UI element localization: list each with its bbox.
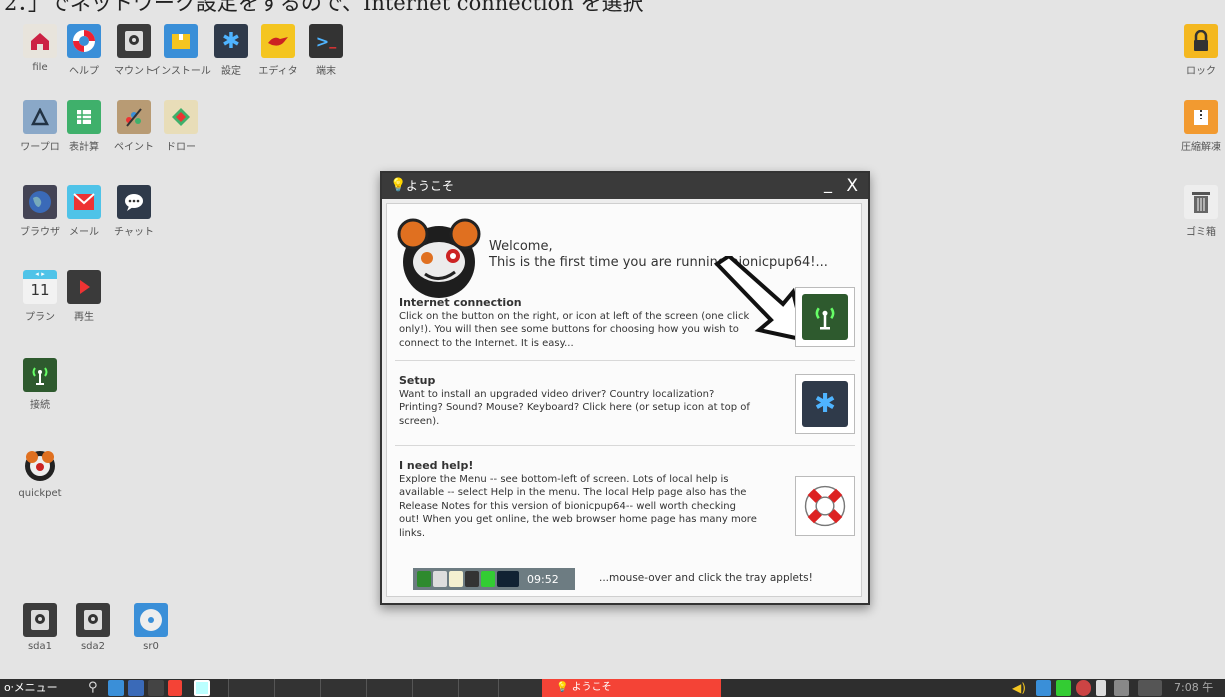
drive-icon (117, 24, 151, 58)
help-section: I need help! Explore the Menu -- see bot… (399, 459, 757, 539)
tray-note: ...mouse-over and click the tray applets… (599, 572, 813, 584)
lifebuoy-icon (67, 24, 101, 58)
firewall-icon[interactable] (1076, 680, 1091, 696)
desktop-icon-terminal[interactable]: > _ 端末 (293, 24, 359, 84)
puppy-logo (395, 212, 483, 300)
cd-icon (134, 603, 168, 637)
gear-icon: ✱ (214, 24, 248, 58)
dialog-titlebar[interactable]: 💡 ようこそ _ X (382, 173, 868, 199)
desktop-icon-lock[interactable]: ロック (1168, 24, 1225, 84)
setup-section: Setup Want to install an upgraded video … (399, 374, 750, 427)
desktop-icon-sr0[interactable]: sr0 (118, 603, 184, 663)
drive-icon (23, 603, 57, 637)
network-icon (465, 571, 479, 587)
help-button[interactable] (795, 476, 855, 536)
drive-status-icon (481, 571, 495, 587)
mail-icon (67, 185, 101, 219)
antenna-icon (23, 358, 57, 392)
chat-icon (117, 185, 151, 219)
speaker-icon (433, 571, 447, 587)
spreadsheet-icon (67, 100, 101, 134)
package-icon (164, 24, 198, 58)
taskbar: o⸱メニュー ⚲ 💡 ようこそ ◀) 7:08 午 (0, 679, 1225, 697)
workspace-icon[interactable] (1138, 680, 1162, 696)
bulb-icon: 💡 (556, 682, 572, 693)
desktop-toggle-icon[interactable] (194, 680, 210, 696)
puppy-icon (21, 446, 59, 484)
separator-tab (168, 680, 182, 696)
task-slot[interactable] (320, 679, 367, 697)
divider (395, 360, 855, 361)
archive-icon (1184, 100, 1218, 134)
bulb-icon: 💡 (390, 178, 407, 193)
cpu-monitor-icon[interactable] (1114, 680, 1129, 696)
desktop-icon-draw[interactable]: ドロー (148, 100, 214, 160)
task-slot[interactable] (366, 679, 413, 697)
minimize-button[interactable]: _ (824, 171, 832, 197)
shield-icon (417, 571, 431, 587)
network-status-icon[interactable] (1036, 680, 1051, 696)
task-slot[interactable] (498, 679, 543, 697)
desktop-icon-play[interactable]: 再生 (51, 270, 117, 330)
tray-preview: 09:52 (413, 568, 575, 590)
volume-icon[interactable]: ◀) (1012, 680, 1027, 696)
drive-icon (76, 603, 110, 637)
internet-connection-button[interactable] (795, 287, 855, 347)
desktop-icon-sda2[interactable]: sda2 (60, 603, 126, 663)
desktop-icon-chat[interactable]: チャット (101, 185, 167, 245)
dialog-title: ようこそ (406, 179, 455, 193)
task-slot[interactable] (274, 679, 321, 697)
desktop-icon-trash[interactable]: ゴミ箱 (1168, 185, 1225, 245)
close-button[interactable]: X (846, 173, 858, 199)
internet-connection-section: Internet connection Click on the button … (399, 296, 750, 349)
desktop-icon-connect[interactable]: 接続 (7, 358, 73, 418)
lock-icon (1184, 24, 1218, 58)
menu-button[interactable]: o⸱メニュー (0, 679, 58, 697)
antenna-icon (802, 294, 848, 340)
setup-button[interactable]: ✱ (795, 374, 855, 434)
cpu-graph-icon (497, 571, 519, 587)
dialog-content: Welcome, This is the first time you are … (386, 203, 862, 597)
menu-icon: o⸱ (4, 681, 14, 694)
clipboard-icon (449, 571, 463, 587)
trash-icon (1184, 185, 1218, 219)
play-icon (67, 270, 101, 304)
divider (395, 445, 855, 446)
terminal-launcher-icon[interactable] (148, 680, 164, 696)
paint-icon (117, 100, 151, 134)
files-launcher-icon[interactable] (108, 680, 124, 696)
drive-status-icon[interactable] (1056, 680, 1071, 696)
welcome-dialog: 💡 ようこそ _ X Welcome, This is the first ti… (380, 171, 870, 605)
instruction-caption: 2．」でネットワーク設定をするので、Internet connection を選… (4, 0, 644, 15)
clock[interactable]: 7:08 午 (1174, 679, 1213, 697)
search-icon[interactable]: ⚲ (88, 680, 104, 696)
clipboard-icon[interactable] (1096, 680, 1106, 696)
task-slot[interactable] (458, 679, 499, 697)
terminal-icon: > _ (309, 24, 343, 58)
task-slot[interactable] (412, 679, 459, 697)
desktop-icon-quickpet[interactable]: quickpet (7, 446, 73, 506)
lifebuoy-icon (802, 483, 848, 529)
task-welcome[interactable]: 💡 ようこそ (542, 679, 721, 697)
browser-launcher-icon[interactable] (128, 680, 144, 696)
task-slot[interactable] (228, 679, 275, 697)
lamp-icon (261, 24, 295, 58)
draw-icon (164, 100, 198, 134)
desktop-icon-archive[interactable]: 圧縮解凍 (1168, 100, 1225, 160)
gear-icon: ✱ (802, 381, 848, 427)
